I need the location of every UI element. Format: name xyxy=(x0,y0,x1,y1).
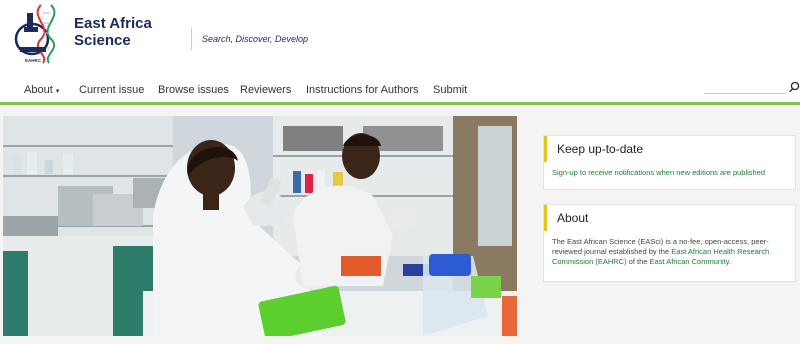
keep-up-to-date-body: Sign-up to receive notifications when ne… xyxy=(552,168,790,178)
site-header: EAHRC East Africa Science Search, Discov… xyxy=(0,0,800,78)
site-title[interactable]: East Africa Science xyxy=(74,15,152,49)
nav-item-submit[interactable]: Submit xyxy=(433,84,467,96)
logo-text: EAHRC xyxy=(25,58,42,63)
about-body: The East African Science (EASci) is a no… xyxy=(552,237,790,267)
signup-link[interactable]: Sign-up to receive notifications when ne… xyxy=(552,168,765,177)
site-title-line2: Science xyxy=(74,32,131,49)
site-title-line1: East Africa xyxy=(74,15,152,32)
eac-link[interactable]: East African Community xyxy=(650,257,729,266)
search-icon[interactable] xyxy=(789,80,800,92)
chevron-down-icon: ▾ xyxy=(55,88,60,95)
about-title: About xyxy=(544,205,795,231)
search-input[interactable] xyxy=(704,93,786,94)
site-tagline: Search, Discover, Develop xyxy=(202,34,309,44)
tagline-divider xyxy=(191,28,192,50)
about-text-3: . xyxy=(729,257,732,266)
main-nav: About ▾ Current issue Browse issues Revi… xyxy=(0,78,800,105)
about-text-2: of the xyxy=(626,257,650,266)
keep-up-to-date-title: Keep up-to-date xyxy=(544,136,795,162)
nav-item-about[interactable]: About ▾ xyxy=(24,84,59,96)
nav-item-current-issue[interactable]: Current issue xyxy=(79,84,144,96)
nav-item-about-label: About xyxy=(24,84,53,96)
nav-item-browse-issues[interactable]: Browse issues xyxy=(158,84,229,96)
site-logo[interactable]: EAHRC xyxy=(10,3,66,65)
keep-up-to-date-block: Keep up-to-date Sign-up to receive notif… xyxy=(543,135,796,190)
nav-item-instructions[interactable]: Instructions for Authors xyxy=(306,84,419,96)
about-block: About The East African Science (EASci) i… xyxy=(543,204,796,282)
nav-item-reviewers[interactable]: Reviewers xyxy=(240,84,291,96)
hero-image xyxy=(3,116,517,336)
